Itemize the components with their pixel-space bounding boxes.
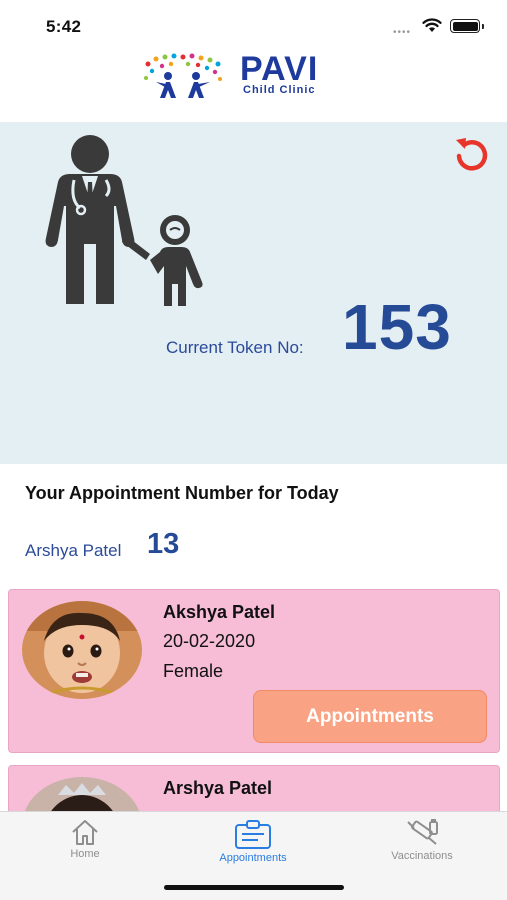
clinic-logo-icon: [144, 53, 222, 98]
appointments-button[interactable]: Appointments: [253, 690, 487, 743]
patient-name: Akshya Patel: [163, 602, 276, 622]
patient-name: Arshya Patel: [163, 778, 273, 798]
tab-label: Appointments: [219, 852, 287, 864]
tab-vaccinations[interactable]: Vaccinations: [372, 818, 472, 862]
today-patient-name: Arshya Patel: [25, 541, 122, 560]
battery-icon: [450, 19, 484, 33]
tab-label: Home: [70, 848, 100, 860]
home-icon: [72, 820, 98, 845]
current-token-number: 153: [342, 291, 452, 363]
home-indicator: [164, 885, 344, 890]
today-appointment-number: 13: [147, 528, 180, 560]
token-panel: Current Token No: 153: [0, 122, 507, 464]
patient-gender: Female: [163, 661, 224, 681]
status-time: 5:42: [46, 17, 82, 36]
refresh-icon[interactable]: [450, 134, 494, 174]
today-appointment-heading: Your Appointment Number for Today: [25, 483, 339, 503]
signal-dots-icon: ••••: [393, 27, 412, 38]
tab-home[interactable]: Home: [55, 818, 115, 860]
tab-appointments[interactable]: Appointments: [198, 818, 308, 864]
patient-dob: 20-02-2020: [163, 631, 256, 651]
app-header: PAVI Child Clinic: [0, 50, 507, 122]
syringe-icon: [407, 819, 438, 845]
brand-subtitle: Child Clinic: [243, 84, 316, 96]
appointment-clipboard-icon: [235, 820, 271, 849]
tab-label: Vaccinations: [391, 850, 453, 862]
doctor-with-child-icon: [45, 135, 203, 306]
patient-avatar: [22, 601, 142, 699]
status-bar: 5:42 ••••: [0, 0, 507, 50]
patient-card: Akshya Patel 20-02-2020 Female Appointme…: [8, 589, 500, 753]
current-token-label: Current Token No:: [166, 338, 304, 357]
wifi-icon: [422, 18, 442, 32]
